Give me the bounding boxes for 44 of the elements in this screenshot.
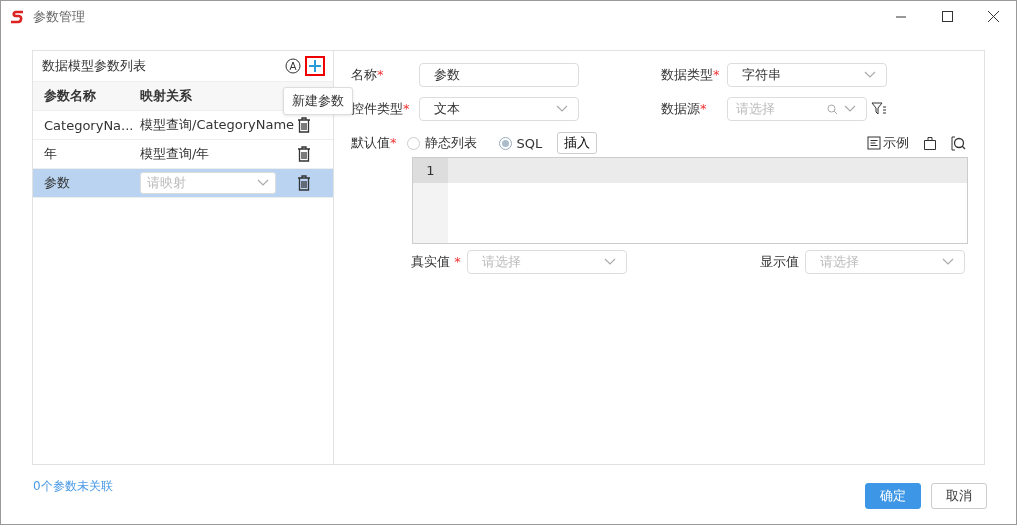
control-type-select[interactable]: 文本 bbox=[419, 97, 579, 121]
clipboard-icon[interactable] bbox=[923, 136, 937, 150]
field-label: 控件类型* bbox=[351, 100, 411, 118]
radio-option[interactable]: SQL bbox=[498, 135, 543, 151]
radio-option[interactable]: 静态列表 bbox=[406, 134, 477, 152]
column-header: 映射关系 bbox=[139, 87, 193, 105]
param-row[interactable]: 参数 请映射 bbox=[33, 169, 333, 198]
panel-title: 数据模型参数列表 bbox=[42, 57, 147, 75]
letter-a-circle-icon[interactable] bbox=[285, 58, 301, 74]
sql-editor[interactable]: 1 bbox=[412, 157, 968, 244]
field-label: 显示值 bbox=[759, 253, 799, 271]
data-type-select[interactable]: 字符串 bbox=[727, 63, 887, 87]
chevron-down-icon bbox=[941, 258, 954, 266]
search-icon[interactable] bbox=[951, 135, 966, 151]
trash-icon[interactable] bbox=[297, 146, 311, 162]
filter-icon[interactable] bbox=[871, 101, 887, 117]
table-cell-text: 参数 bbox=[43, 174, 71, 192]
trash-icon[interactable] bbox=[297, 175, 311, 191]
example-button[interactable]: 示例 bbox=[867, 134, 909, 152]
field-label: 真实值 * bbox=[411, 253, 461, 271]
search-icon bbox=[827, 103, 838, 115]
trash-icon[interactable] bbox=[297, 117, 311, 133]
field-label: 数据源* bbox=[661, 100, 708, 118]
chevron-down-icon bbox=[864, 71, 876, 79]
table-cell-text: 模型查询/CategoryName bbox=[139, 116, 296, 134]
column-header: 参数名称 bbox=[43, 87, 97, 105]
field-label: 数据类型* bbox=[661, 66, 721, 84]
table-cell-text: 模型查询/年 bbox=[139, 145, 211, 163]
line-number: 1 bbox=[413, 158, 448, 183]
cancel-button[interactable]: 取消 bbox=[931, 483, 987, 509]
insert-button[interactable]: 插入 bbox=[557, 132, 598, 154]
field-label: 默认值* bbox=[351, 134, 397, 152]
chevron-down-icon bbox=[844, 105, 856, 113]
chevron-down-icon bbox=[257, 179, 269, 187]
name-field[interactable]: 参数 bbox=[419, 63, 579, 87]
window-title: 参数管理 bbox=[33, 8, 85, 26]
chevron-down-icon bbox=[603, 258, 616, 266]
field-label: 名称* bbox=[351, 66, 385, 84]
tooltip: 新建参数 bbox=[283, 87, 353, 115]
document-icon bbox=[867, 136, 881, 150]
table-cell-text: 年 bbox=[43, 145, 58, 163]
app-logo-icon bbox=[9, 10, 25, 24]
chevron-down-icon bbox=[556, 105, 568, 113]
add-icon[interactable] bbox=[305, 56, 325, 76]
